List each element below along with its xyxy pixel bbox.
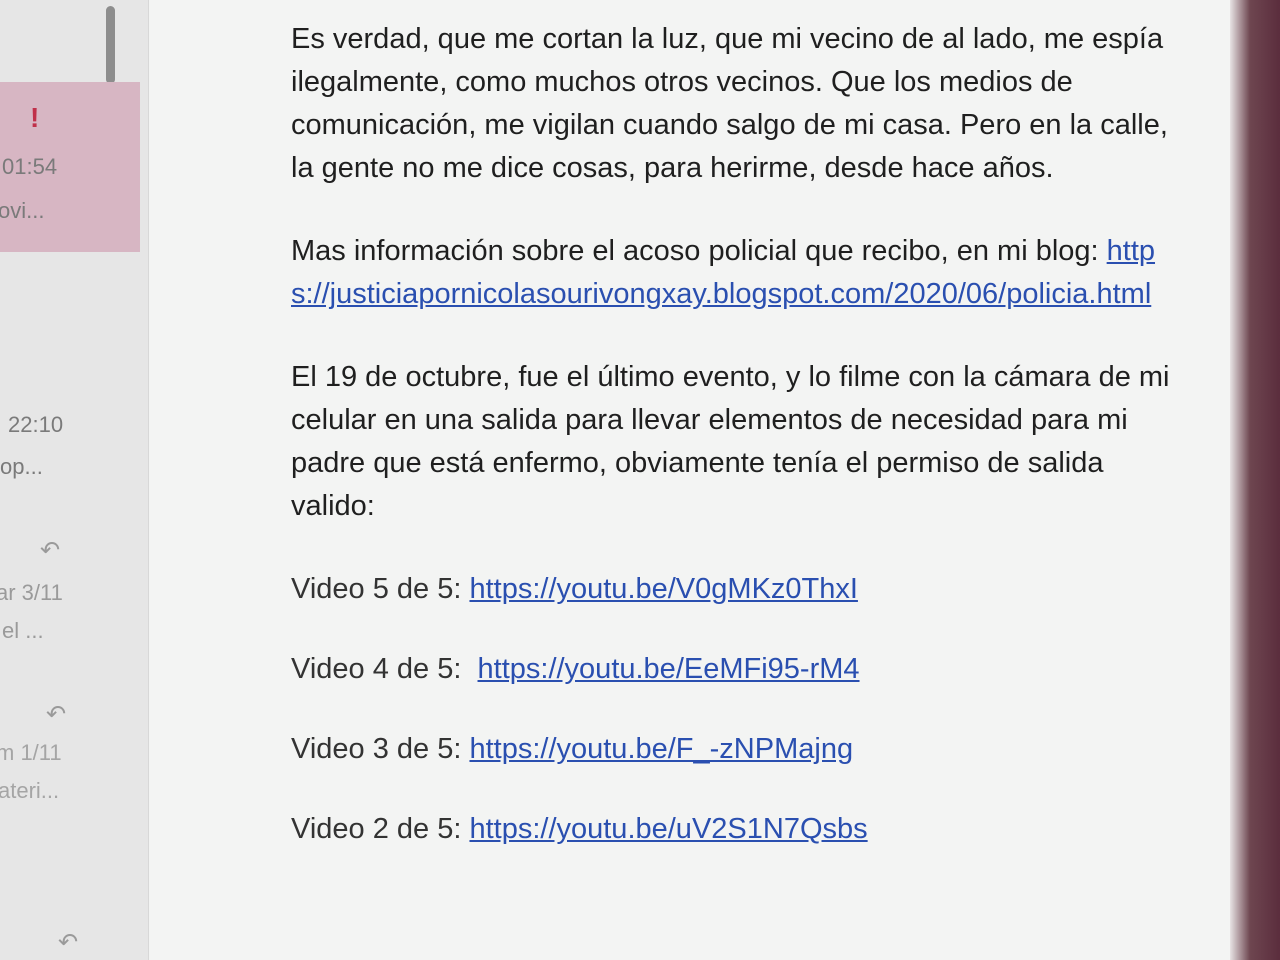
mail-item-snippet: el ... [2,618,44,643]
mail-item-time: 01:54 [2,154,58,179]
video-link[interactable]: https://youtu.be/uV2S1N7Qsbs [469,813,867,845]
mail-list-item[interactable]: m 1/11 ateri... [0,730,140,820]
message-paragraph: Es verdad, que me cortan la luz, que mi … [291,23,1168,184]
video-line: Video 2 de 5: https://youtu.be/uV2S1N7Qs… [291,808,1171,851]
video-line: Video 5 de 5: https://youtu.be/V0gMKz0Th… [291,568,1171,611]
video-line: Video 3 de 5: https://youtu.be/F_-zNPMaj… [291,728,1171,771]
video-label: Video 5 de 5: [291,573,470,605]
mail-list-item[interactable]: ! 01:54 ovi... [0,82,140,252]
mail-item-snippet: ateri... [0,778,60,803]
message-body: Es verdad, que me cortan la luz, que mi … [291,18,1171,888]
mail-item-time: ar 3/11 [0,580,63,605]
mail-list-item[interactable]: 22:10 op... [0,400,140,510]
important-flag-icon: ! [30,102,40,133]
video-label: Video 4 de 5: [291,653,478,685]
video-link[interactable]: https://youtu.be/V0gMKz0ThxI [469,573,857,605]
message-paragraph: El 19 de octubre, fue el último evento, … [291,361,1170,522]
reading-pane: Es verdad, que me cortan la luz, que mi … [149,0,1247,960]
mail-item-snippet: ovi... [0,198,45,223]
mail-list-scrollbar[interactable] [106,6,115,84]
video-label: Video 2 de 5: [291,813,470,845]
paragraph-text: Mas información sobre el acoso policial … [291,235,1107,267]
message-paragraph: Mas información sobre el acoso policial … [291,230,1171,316]
mail-item-snippet: op... [0,454,43,479]
reply-icon: ↶ [46,701,67,728]
mail-list-pane: ! 01:54 ovi... 22:10 op... ↶ ar 3/11 el … [0,0,149,960]
video-label: Video 3 de 5: [291,733,470,765]
mail-list-item[interactable]: ar 3/11 el ... [0,570,140,650]
mail-item-time: 22:10 [8,412,64,437]
reply-icon: ↶ [58,929,79,956]
mail-item-time: m 1/11 [0,740,62,765]
reply-icon: ↶ [40,537,61,564]
screen-bezel [1230,0,1280,960]
video-link[interactable]: https://youtu.be/EeMFi95-rM4 [478,653,860,685]
video-line: Video 4 de 5: https://youtu.be/EeMFi95-r… [291,648,1171,691]
video-link[interactable]: https://youtu.be/F_-zNPMajng [469,733,853,765]
